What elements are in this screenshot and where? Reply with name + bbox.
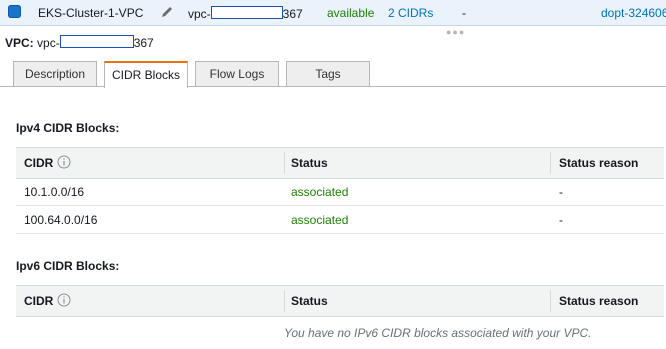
tab-tags[interactable]: Tags bbox=[286, 61, 370, 86]
vpc-id-prefix: vpc- bbox=[188, 7, 211, 21]
vpc-id-suffix: 367 bbox=[282, 7, 303, 21]
header-status[interactable]: Status bbox=[291, 156, 328, 170]
column-divider bbox=[550, 152, 551, 174]
ipv6-table-header: CIDR Status Status reason bbox=[16, 285, 664, 317]
tab-cidr-blocks[interactable]: CIDR Blocks bbox=[104, 61, 188, 88]
row-checkbox[interactable] bbox=[8, 5, 21, 18]
column-divider bbox=[284, 290, 285, 312]
tab-description[interactable]: Description bbox=[13, 61, 97, 86]
reason-cell: - bbox=[559, 185, 563, 199]
header-cidr[interactable]: CIDR bbox=[24, 156, 53, 170]
status-cell: associated bbox=[291, 185, 349, 199]
cidrs-link[interactable]: 2 CIDRs bbox=[388, 6, 433, 20]
resize-handle[interactable]: ●●● bbox=[446, 27, 465, 37]
header-status[interactable]: Status bbox=[291, 294, 328, 308]
empty-ipv6-message: You have no IPv6 CIDR blocks associated … bbox=[284, 326, 592, 340]
header-status-reason[interactable]: Status reason bbox=[559, 156, 638, 170]
dash-value: - bbox=[462, 6, 466, 20]
cidr-cell: 100.64.0.0/16 bbox=[24, 213, 98, 227]
edit-pencil-icon[interactable] bbox=[160, 5, 174, 19]
vpc-detail-prefix: vpc- bbox=[37, 36, 60, 50]
table-row[interactable]: 100.64.0.0/16 associated - bbox=[16, 206, 664, 234]
redaction-box bbox=[210, 6, 283, 19]
cidr-cell: 10.1.0.0/16 bbox=[24, 185, 85, 199]
vpc-detail-suffix: 367 bbox=[133, 36, 154, 50]
vpc-name: EKS-Cluster-1-VPC bbox=[38, 6, 144, 20]
tab-flow-logs[interactable]: Flow Logs bbox=[195, 61, 279, 86]
header-status-reason[interactable]: Status reason bbox=[559, 294, 638, 308]
vpc-label: VPC: bbox=[5, 36, 34, 50]
selected-vpc-row[interactable]: EKS-Cluster-1-VPC vpc- 367 available 2 CI… bbox=[0, 0, 666, 26]
vpc-state: available bbox=[327, 6, 375, 20]
tabs-bar bbox=[0, 86, 666, 87]
ipv4-section-title: Ipv4 CIDR Blocks: bbox=[16, 121, 120, 135]
reason-cell: - bbox=[559, 213, 563, 227]
redaction-box bbox=[59, 35, 134, 48]
info-icon[interactable] bbox=[57, 293, 71, 307]
status-cell: associated bbox=[291, 213, 349, 227]
vpc-detail-header: VPC: vpc- 367 bbox=[5, 35, 154, 50]
dhcp-options-link[interactable]: dopt-3246068 bbox=[601, 6, 666, 20]
vpc-id: vpc- 367 bbox=[188, 6, 303, 21]
column-divider bbox=[284, 152, 285, 174]
info-icon[interactable] bbox=[57, 155, 71, 169]
column-divider bbox=[550, 290, 551, 312]
ipv4-table-header: CIDR Status Status reason bbox=[16, 147, 664, 179]
header-cidr[interactable]: CIDR bbox=[24, 294, 53, 308]
ipv6-section-title: Ipv6 CIDR Blocks: bbox=[16, 259, 120, 273]
table-row[interactable]: 10.1.0.0/16 associated - bbox=[16, 178, 664, 206]
